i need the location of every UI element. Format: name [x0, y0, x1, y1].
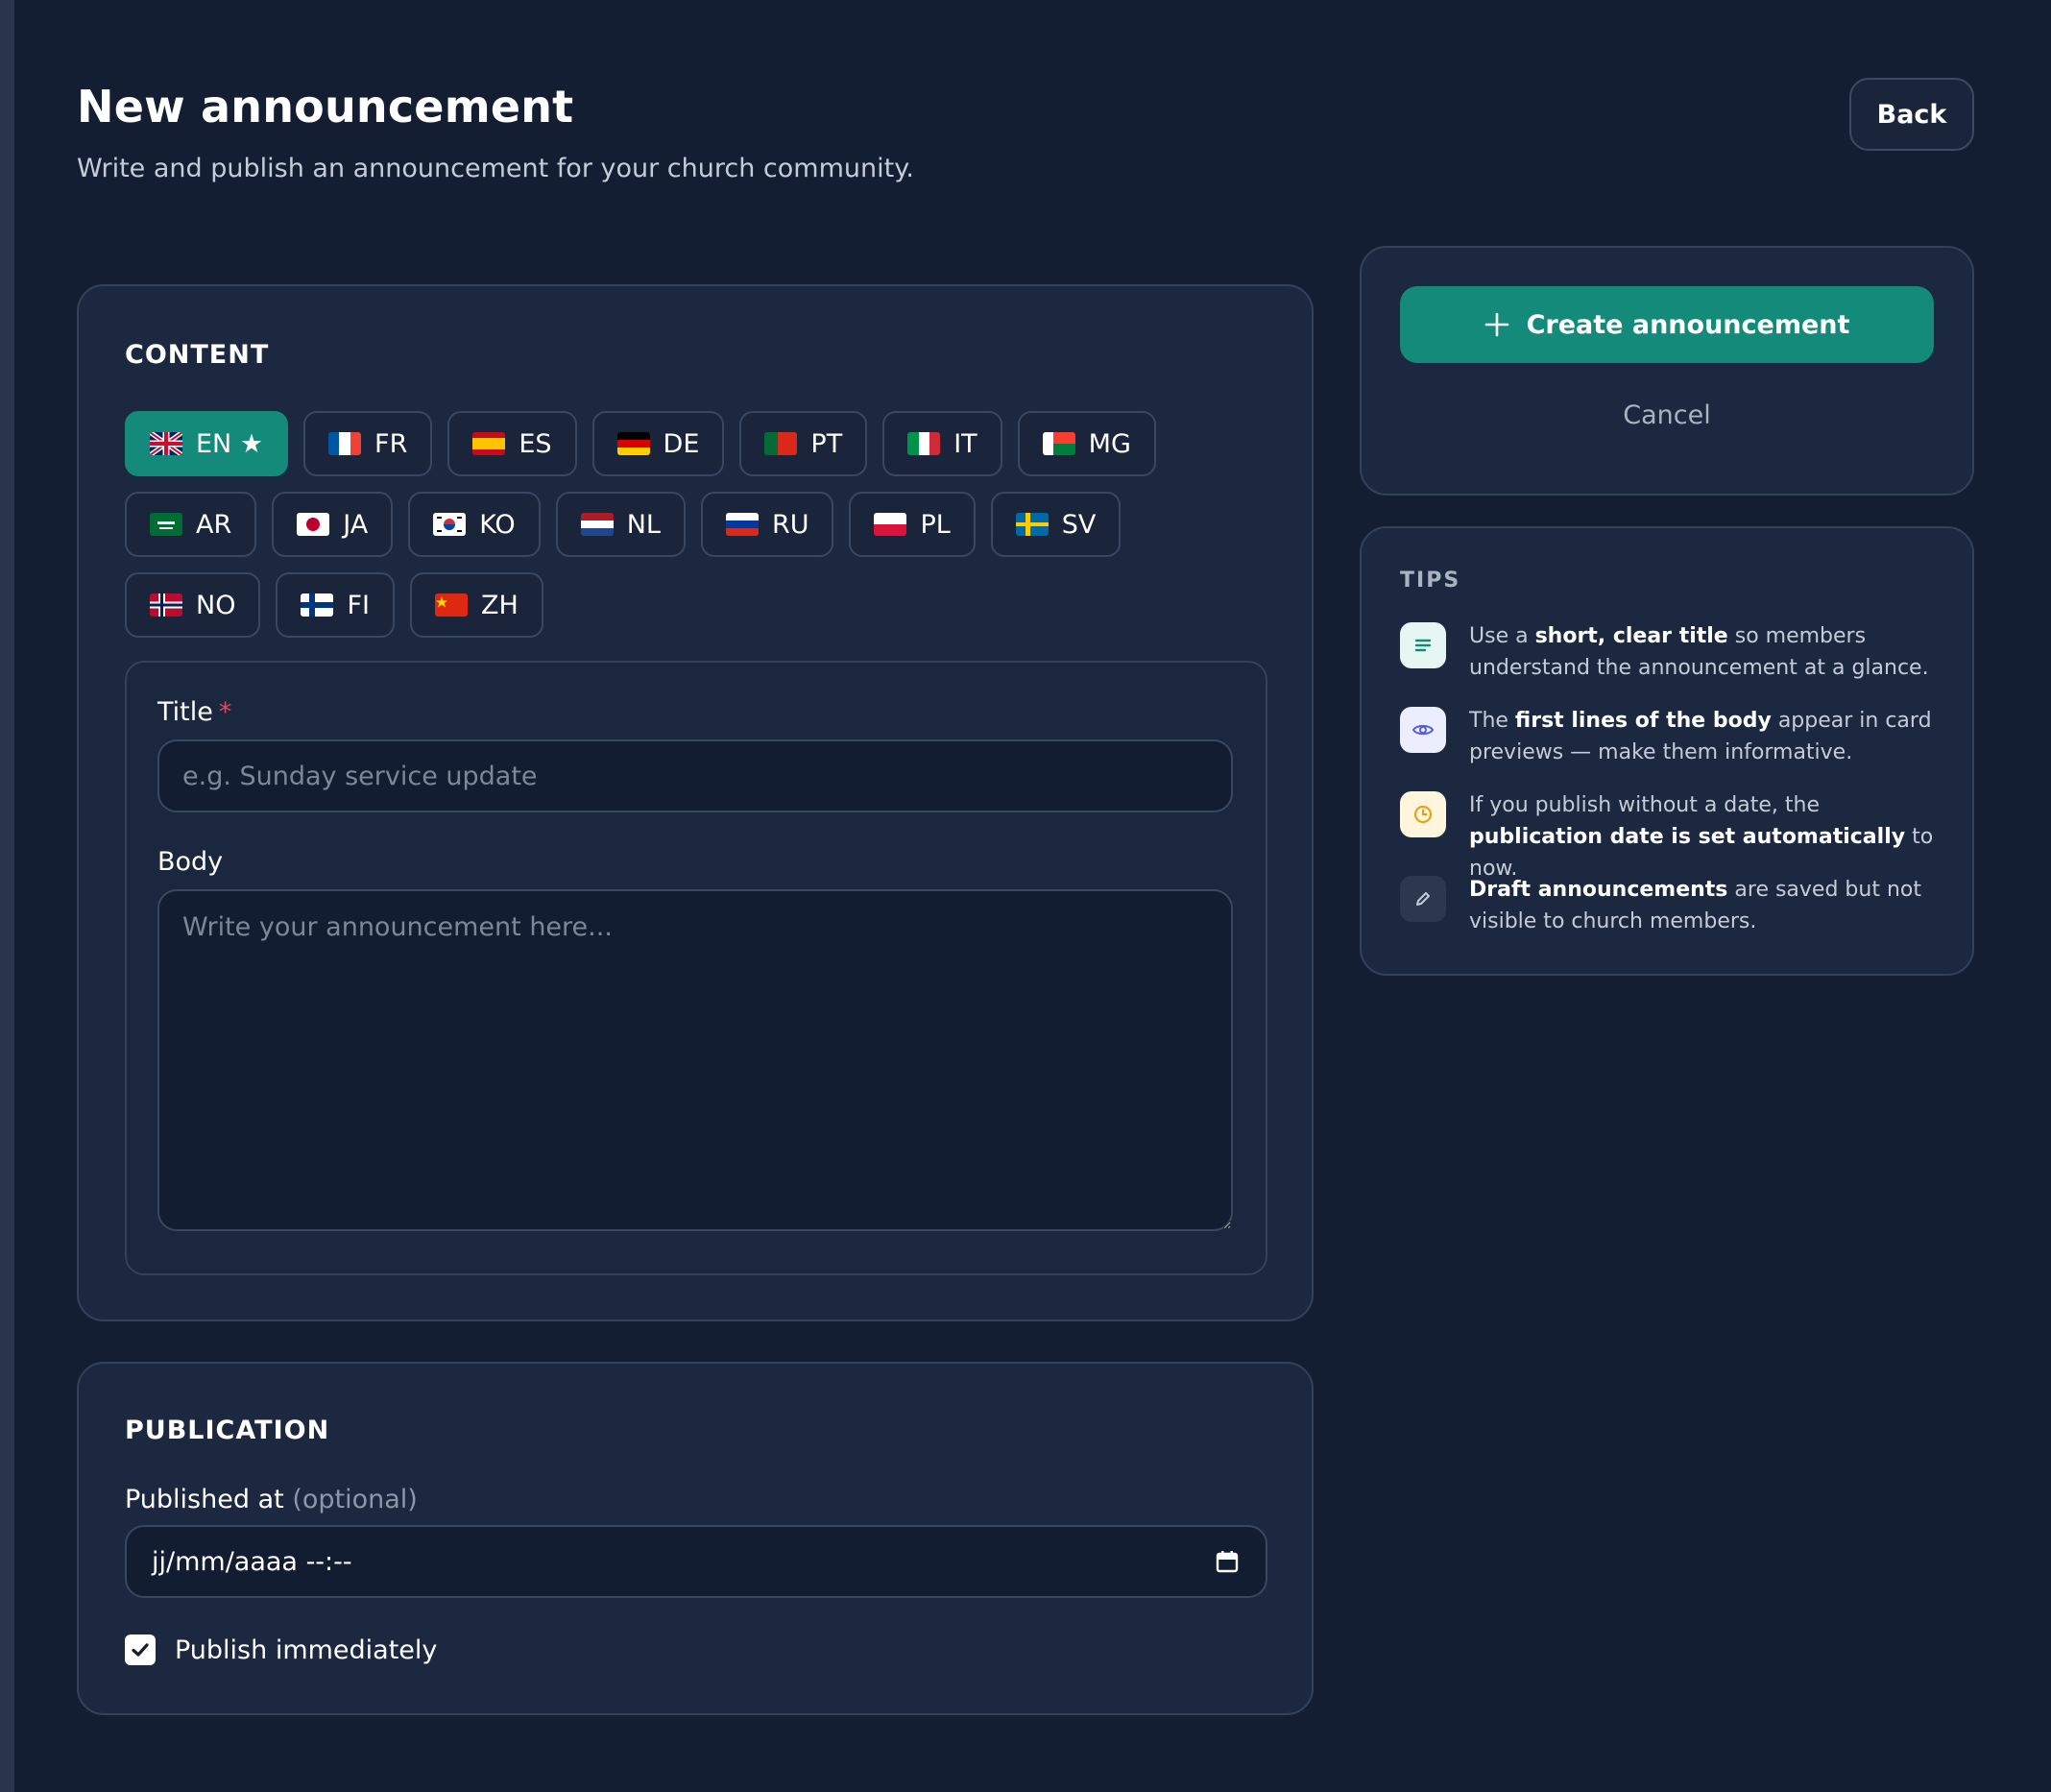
language-tab-fi[interactable]: FI: [276, 572, 395, 638]
back-button[interactable]: Back: [1849, 78, 1974, 151]
flag-sa-icon: [150, 513, 182, 536]
language-tab-pl[interactable]: PL: [849, 492, 976, 557]
language-code: EN ★: [196, 428, 264, 459]
language-tab-no[interactable]: NO: [125, 572, 261, 638]
flag-gb-icon: [150, 432, 182, 455]
language-code: NO: [196, 590, 236, 620]
pencil-icon: [1400, 876, 1446, 922]
create-announcement-label: Create announcement: [1526, 309, 1850, 340]
publication-card: PUBLICATION Published at (optional) jj/m…: [77, 1362, 1314, 1715]
language-tab-mg[interactable]: MG: [1017, 411, 1156, 476]
page-header: New announcement Write and publish an an…: [77, 78, 1974, 196]
calendar-icon[interactable]: [1216, 1550, 1239, 1573]
language-code: DE: [663, 428, 700, 459]
tips-heading: TIPS: [1400, 569, 1461, 593]
tip-item: If you publish without a date, the publi…: [1400, 789, 1938, 884]
publish-immediately-row[interactable]: Publish immediately: [125, 1635, 437, 1665]
optional-hint: (optional): [292, 1485, 418, 1514]
left-edge-strip: [0, 0, 14, 1792]
published-at-label: Published at (optional): [125, 1485, 418, 1514]
language-code: ZH: [480, 590, 519, 620]
tip-text: Use a short, clear title so members unde…: [1469, 624, 1929, 680]
language-code: ES: [519, 428, 552, 459]
publish-immediately-label: Publish immediately: [175, 1635, 438, 1665]
published-at-label-text: Published at: [125, 1485, 284, 1514]
check-icon: [132, 1643, 149, 1657]
language-tab-pt[interactable]: PT: [739, 411, 868, 476]
title-label: Title *: [157, 697, 231, 727]
clock-icon: [1400, 791, 1446, 837]
content-card: CONTENT EN ★ FR ES DE PT IT MG AR JA KO …: [77, 284, 1314, 1321]
body-textarea[interactable]: [157, 889, 1233, 1231]
lines-icon: [1400, 622, 1446, 668]
language-code: PL: [920, 509, 951, 540]
flag-fi-icon: [301, 593, 334, 617]
language-tab-sv[interactable]: SV: [990, 492, 1122, 557]
flag-de-icon: [616, 432, 650, 455]
language-code: PT: [810, 428, 843, 459]
page-subtitle: Write and publish an announcement for yo…: [77, 154, 914, 183]
cancel-button[interactable]: Cancel: [1400, 386, 1934, 444]
language-row-3: NO FI ZH: [125, 572, 543, 638]
language-tab-en[interactable]: EN ★: [125, 411, 289, 476]
flag-kr-icon: [433, 513, 467, 536]
language-tab-ko[interactable]: KO: [408, 492, 541, 557]
language-tab-nl[interactable]: NL: [555, 492, 686, 557]
date-placeholder: jj/mm/aaaa --:--: [152, 1546, 352, 1577]
tip-item: Use a short, clear title so members unde…: [1400, 620, 1938, 684]
language-code: RU: [771, 509, 809, 540]
language-code: FI: [347, 590, 370, 620]
language-row-1: EN ★ FR ES DE PT IT MG: [125, 411, 1156, 476]
language-tab-ar[interactable]: AR: [125, 492, 257, 557]
tip-item: Draft announcements are saved but not vi…: [1400, 874, 1938, 937]
flag-ru-icon: [725, 513, 759, 536]
content-heading: CONTENT: [125, 340, 270, 370]
language-code: NL: [626, 509, 661, 540]
tips-card: TIPS Use a short, clear title so members…: [1360, 526, 1974, 976]
language-code: JA: [343, 509, 369, 540]
flag-se-icon: [1015, 513, 1049, 536]
language-code: FR: [374, 428, 408, 459]
body-label: Body: [157, 847, 224, 877]
title-label-text: Title: [157, 697, 213, 727]
tip-text: Draft announcements are saved but not vi…: [1469, 878, 1921, 933]
language-tab-fr[interactable]: FR: [303, 411, 433, 476]
publish-immediately-checkbox[interactable]: [125, 1635, 156, 1665]
language-tab-ja[interactable]: JA: [272, 492, 394, 557]
flag-cn-icon: [434, 593, 468, 617]
plus-icon: [1484, 312, 1508, 337]
title-input[interactable]: [157, 739, 1233, 812]
language-code: KO: [479, 509, 516, 540]
flag-it-icon: [907, 432, 941, 455]
flag-pl-icon: [874, 513, 907, 536]
language-row-2: AR JA KO NL RU PL SV: [125, 492, 1122, 557]
tip-text: If you publish without a date, the publi…: [1469, 793, 1934, 881]
flag-no-icon: [150, 593, 182, 617]
tip-text: The first lines of the body appear in ca…: [1469, 709, 1932, 764]
language-tab-es[interactable]: ES: [447, 411, 577, 476]
language-code: MG: [1088, 428, 1131, 459]
flag-mg-icon: [1042, 432, 1075, 455]
flag-nl-icon: [580, 513, 614, 536]
page-title: New announcement: [77, 81, 574, 133]
language-code: SV: [1061, 509, 1097, 540]
language-tab-it[interactable]: IT: [882, 411, 1002, 476]
published-at-input[interactable]: jj/mm/aaaa --:--: [125, 1525, 1267, 1598]
actions-card: Create announcement Cancel: [1360, 246, 1974, 496]
language-code: IT: [953, 428, 977, 459]
flag-es-icon: [472, 432, 506, 455]
tip-item: The first lines of the body appear in ca…: [1400, 705, 1938, 768]
flag-jp-icon: [297, 513, 330, 536]
create-announcement-button[interactable]: Create announcement: [1400, 286, 1934, 363]
translation-form: Title* Body: [125, 661, 1267, 1275]
language-tab-zh[interactable]: ZH: [409, 572, 543, 638]
language-code: AR: [196, 509, 232, 540]
eye-icon: [1400, 707, 1446, 753]
publication-heading: PUBLICATION: [125, 1416, 330, 1445]
flag-pt-icon: [764, 432, 798, 455]
language-tab-de[interactable]: DE: [591, 411, 725, 476]
flag-fr-icon: [328, 432, 362, 455]
language-tab-ru[interactable]: RU: [700, 492, 834, 557]
required-marker: *: [218, 697, 232, 727]
